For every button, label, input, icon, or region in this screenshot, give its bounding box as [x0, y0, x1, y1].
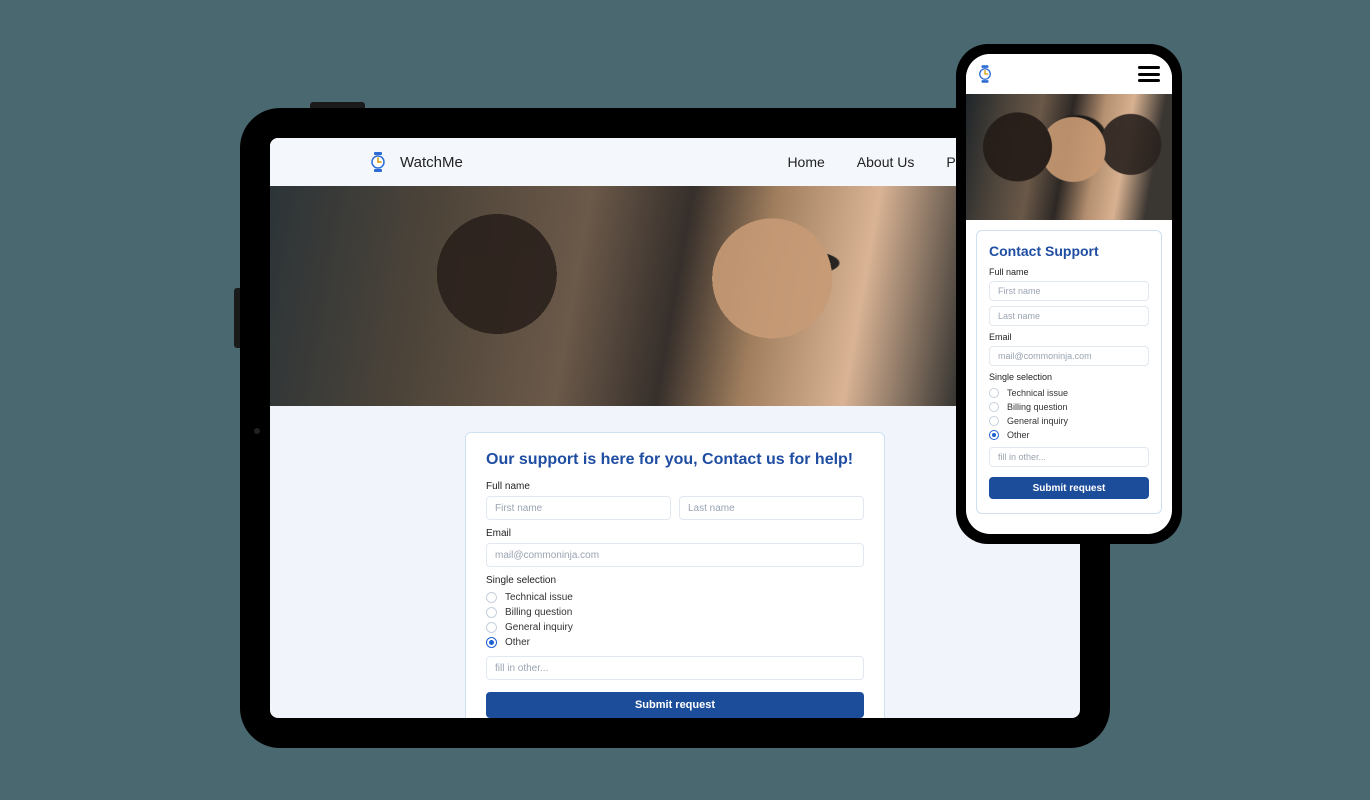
single-selection-label: Single selection: [989, 372, 1149, 382]
single-selection-label: Single selection: [486, 575, 864, 586]
radio-icon: [486, 622, 497, 633]
form-title: Our support is here for you, Contact us …: [486, 451, 864, 469]
submit-button[interactable]: Submit request: [989, 477, 1149, 499]
radio-label: Billing question: [505, 607, 572, 618]
full-name-label: Full name: [989, 267, 1149, 277]
radio-label: Billing question: [1007, 402, 1068, 412]
radio-other[interactable]: Other: [989, 428, 1149, 442]
phone-hero-image: [966, 94, 1172, 220]
email-label: Email: [989, 332, 1149, 342]
radio-technical[interactable]: Technical issue: [989, 386, 1149, 400]
radio-label: Technical issue: [505, 592, 573, 603]
phone-screen: Contact Support Full name Email Single s…: [966, 54, 1172, 534]
hamburger-menu-icon[interactable]: [1138, 66, 1160, 82]
radio-general[interactable]: General inquiry: [989, 414, 1149, 428]
phone-header: [966, 54, 1172, 94]
brand-name: WatchMe: [400, 154, 463, 171]
first-name-input[interactable]: [989, 281, 1149, 301]
email-input[interactable]: [989, 346, 1149, 366]
radio-other[interactable]: Other: [486, 635, 864, 650]
radio-billing[interactable]: Billing question: [989, 400, 1149, 414]
last-name-input[interactable]: [679, 496, 864, 520]
submit-button[interactable]: Submit request: [486, 692, 864, 718]
nav-home[interactable]: Home: [787, 154, 824, 170]
email-input[interactable]: [486, 543, 864, 567]
brand-logo[interactable]: WatchMe: [370, 152, 463, 172]
radio-icon: [989, 430, 999, 440]
nav-about[interactable]: About Us: [857, 154, 915, 170]
tablet-camera-icon: [254, 428, 260, 434]
radio-icon: [486, 607, 497, 618]
radio-label: Other: [505, 637, 530, 648]
watch-icon[interactable]: [978, 65, 992, 83]
phone-device: Contact Support Full name Email Single s…: [956, 44, 1182, 544]
radio-general[interactable]: General inquiry: [486, 620, 864, 635]
radio-icon: [486, 637, 497, 648]
other-input[interactable]: [989, 447, 1149, 467]
form-title: Contact Support: [989, 243, 1149, 259]
tablet-power-button: [234, 288, 240, 348]
last-name-input[interactable]: [989, 306, 1149, 326]
tablet-volume-button: [310, 102, 365, 108]
radio-billing[interactable]: Billing question: [486, 605, 864, 620]
radio-label: Technical issue: [1007, 388, 1068, 398]
email-label: Email: [486, 528, 864, 539]
radio-label: General inquiry: [505, 622, 573, 633]
radio-icon: [989, 416, 999, 426]
radio-icon: [989, 402, 999, 412]
radio-technical[interactable]: Technical issue: [486, 590, 864, 605]
radio-label: General inquiry: [1007, 416, 1068, 426]
watch-icon: [370, 152, 386, 172]
tablet-contact-form: Our support is here for you, Contact us …: [465, 432, 885, 718]
full-name-label: Full name: [486, 481, 864, 492]
other-input[interactable]: [486, 656, 864, 680]
radio-icon: [486, 592, 497, 603]
radio-label: Other: [1007, 430, 1030, 440]
phone-contact-form: Contact Support Full name Email Single s…: [976, 230, 1162, 514]
first-name-input[interactable]: [486, 496, 671, 520]
radio-icon: [989, 388, 999, 398]
